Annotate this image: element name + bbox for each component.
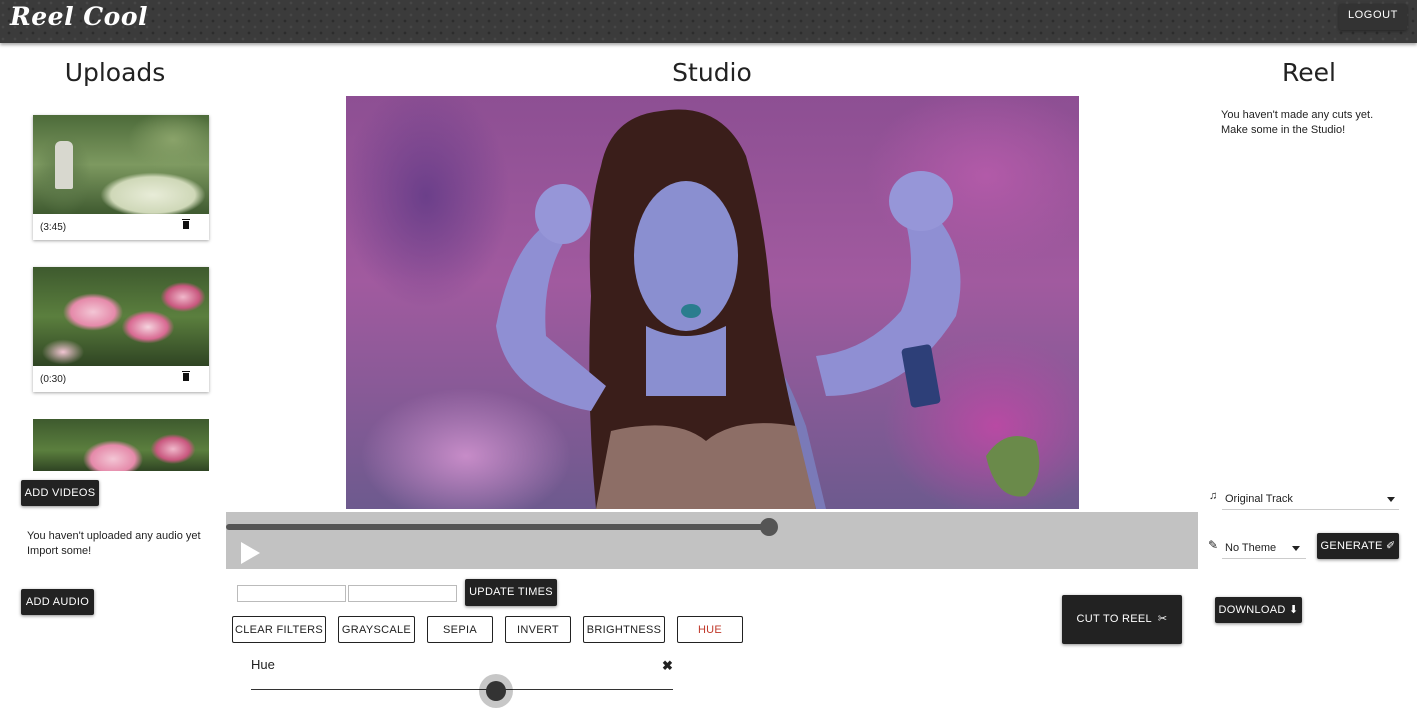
add-audio-button[interactable]: ADD AUDIO: [21, 589, 94, 615]
brightness-filter-button[interactable]: BRIGHTNESS: [583, 616, 665, 643]
download-icon: ⬇: [1289, 604, 1299, 616]
music-note-icon: ♫: [1209, 490, 1218, 502]
video-duration: (0:30): [40, 374, 67, 385]
close-icon[interactable]: ✖: [662, 658, 673, 674]
reel-empty-line-1: You haven't made any cuts yet.: [1221, 109, 1374, 121]
sepia-filter-button[interactable]: SEPIA: [427, 616, 493, 643]
play-icon[interactable]: [241, 542, 260, 564]
hue-slider-track[interactable]: [251, 689, 673, 690]
generate-button[interactable]: GENERATE ✐: [1317, 533, 1399, 559]
top-navbar: Reel Cool LOGOUT: [0, 0, 1417, 43]
add-videos-button[interactable]: ADD VIDEOS: [21, 480, 99, 506]
uploads-title: Uploads: [64, 58, 166, 87]
scissors-icon: ✂: [1157, 613, 1168, 625]
video-frame: [496, 109, 1040, 509]
video-thumbnail-image[interactable]: [33, 419, 209, 471]
clear-filters-button[interactable]: CLEAR FILTERS: [232, 616, 326, 643]
logout-button[interactable]: LOGOUT: [1338, 4, 1407, 30]
invert-filter-button[interactable]: INVERT: [505, 616, 571, 643]
reel-empty-message: You haven't made any cuts yet. Make some…: [1221, 108, 1401, 138]
grayscale-filter-button[interactable]: GRAYSCALE: [338, 616, 415, 643]
cut-to-reel-button[interactable]: CUT TO REEL ✂: [1062, 595, 1182, 644]
theme-select-value: No Theme: [1225, 542, 1277, 554]
chevron-down-icon: [1387, 497, 1395, 502]
update-times-button[interactable]: UPDATE TIMES: [465, 579, 557, 606]
video-duration: (3:45): [40, 222, 67, 233]
brush-icon: ✎: [1208, 538, 1219, 552]
video-thumbnail-card[interactable]: [33, 419, 209, 471]
generate-label: GENERATE: [1320, 540, 1383, 552]
trash-icon[interactable]: [182, 371, 190, 381]
seek-bar[interactable]: [226, 524, 769, 530]
studio-video-player[interactable]: [346, 96, 1079, 509]
video-thumbnail-image[interactable]: [33, 267, 209, 366]
brand-logo[interactable]: Reel Cool: [10, 2, 148, 31]
trash-icon[interactable]: [182, 219, 190, 229]
hue-filter-button[interactable]: HUE: [677, 616, 743, 643]
audio-track-select[interactable]: Original Track: [1222, 491, 1399, 510]
chevron-down-icon: [1292, 546, 1300, 551]
hue-label: Hue: [251, 657, 275, 672]
end-time-input[interactable]: [348, 585, 457, 602]
theme-select[interactable]: No Theme: [1222, 540, 1306, 559]
reel-title: Reel: [1282, 58, 1336, 87]
player-controls: [226, 512, 1198, 569]
video-meta: (0:30): [33, 366, 209, 392]
start-time-input[interactable]: [237, 585, 346, 602]
video-thumbnail-image[interactable]: [33, 115, 209, 214]
studio-title: Studio: [672, 58, 752, 87]
seek-handle[interactable]: [760, 518, 778, 536]
video-thumbnail-card[interactable]: (3:45): [33, 115, 209, 240]
download-button[interactable]: DOWNLOAD ⬇: [1215, 597, 1302, 623]
video-thumbnail-card[interactable]: (0:30): [33, 267, 209, 392]
video-meta: (3:45): [33, 214, 209, 240]
reel-empty-line-2: Make some in the Studio!: [1221, 124, 1346, 136]
magic-wand-icon: ✐: [1385, 540, 1396, 552]
cut-to-reel-label: CUT TO REEL: [1076, 613, 1152, 625]
audio-empty-message: You haven't uploaded any audio yet Impor…: [27, 530, 201, 557]
audio-track-select-value: Original Track: [1225, 493, 1293, 505]
figure-shape: [55, 141, 73, 189]
hue-slider-handle[interactable]: [486, 681, 506, 701]
download-label: DOWNLOAD: [1218, 604, 1286, 616]
